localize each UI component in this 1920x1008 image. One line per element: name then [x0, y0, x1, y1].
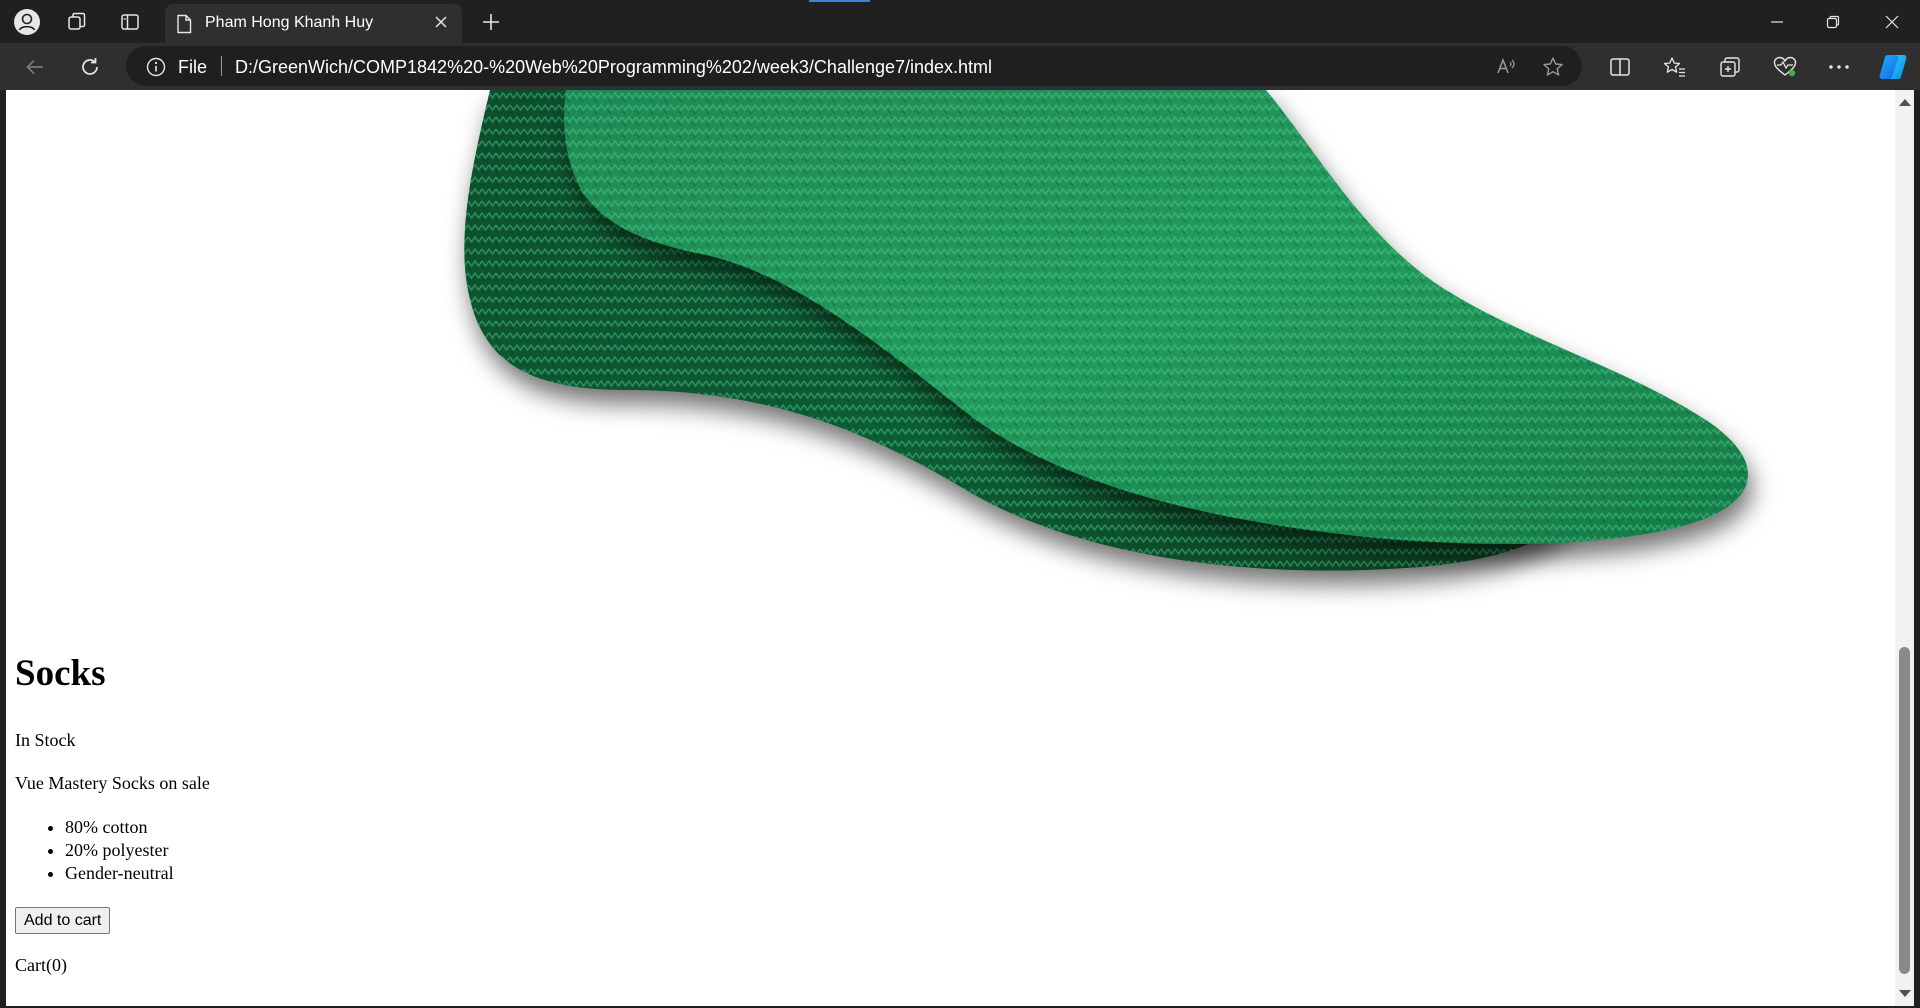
back-button[interactable] — [17, 50, 53, 84]
active-tab[interactable]: Pham Hong Khanh Huy — [165, 4, 462, 43]
scroll-up-icon[interactable] — [1899, 99, 1911, 106]
workspaces-button[interactable] — [58, 8, 96, 36]
product-details-list: 80% cotton 20% polyester Gender-neutral — [15, 816, 174, 885]
split-screen-button[interactable] — [1605, 53, 1635, 81]
restore-icon — [1826, 15, 1840, 28]
favorites-icon — [1663, 57, 1685, 77]
window-frame — [1914, 90, 1920, 1008]
scroll-down-icon[interactable] — [1899, 990, 1911, 997]
vertical-tabs-button[interactable] — [111, 8, 149, 36]
page-icon — [177, 14, 192, 34]
star-icon[interactable] — [1541, 55, 1565, 79]
address-separator — [221, 56, 222, 76]
performance-button[interactable] — [1770, 53, 1800, 81]
collections-icon — [1720, 57, 1740, 77]
more-icon — [1829, 65, 1849, 69]
add-to-cart-button[interactable]: Add to cart — [15, 907, 111, 934]
info-icon[interactable] — [146, 57, 166, 77]
favorites-button[interactable] — [1660, 53, 1690, 81]
refresh-button[interactable] — [72, 50, 108, 84]
close-tab-icon[interactable] — [433, 14, 449, 30]
more-button[interactable] — [1824, 53, 1854, 81]
list-item: Gender-neutral — [65, 862, 174, 885]
site-info-label[interactable]: File — [178, 56, 207, 78]
close-icon — [1885, 15, 1899, 28]
tab-title: Pham Hong Khanh Huy — [205, 14, 374, 31]
product-description: Vue Mastery Socks on sale — [15, 773, 210, 793]
url-text[interactable]: D:/GreenWich/COMP1842%20-%20Web%20Progra… — [235, 56, 992, 78]
cart-count: Cart(0) — [15, 955, 67, 975]
workspaces-icon — [68, 12, 86, 30]
list-item: 20% polyester — [65, 839, 174, 862]
navigation-bar: File D:/GreenWich/COMP1842%20-%20Web%20P… — [0, 43, 1920, 90]
close-window-button[interactable] — [1864, 0, 1920, 43]
heartbeat-icon — [1773, 56, 1797, 77]
vertical-scrollbar[interactable] — [1895, 90, 1914, 1006]
minimize-button[interactable] — [1749, 0, 1805, 43]
window-accent-line — [809, 0, 870, 2]
split-screen-icon — [1610, 58, 1630, 76]
copilot-icon — [1879, 54, 1907, 79]
title-bar: Pham Hong Khanh Huy — [0, 0, 1920, 43]
product-title: Socks — [15, 653, 106, 694]
copilot-button[interactable] — [1878, 53, 1908, 81]
address-bar[interactable]: File D:/GreenWich/COMP1842%20-%20Web%20P… — [126, 46, 1582, 86]
scroll-thumb[interactable] — [1899, 647, 1910, 974]
list-item: 80% cotton — [65, 816, 174, 839]
read-aloud-icon[interactable] — [1494, 55, 1518, 79]
page-viewport: Socks In Stock Vue Mastery Socks on sale… — [6, 90, 1895, 1006]
profile-button[interactable] — [8, 8, 46, 36]
refresh-icon — [82, 58, 98, 75]
stock-status: In Stock — [15, 730, 76, 750]
product-image — [464, 90, 1749, 571]
back-arrow-icon — [26, 59, 43, 75]
new-tab-button[interactable] — [474, 8, 508, 36]
profile-icon — [14, 9, 40, 35]
restore-button[interactable] — [1805, 0, 1861, 43]
vertical-tabs-icon — [121, 14, 139, 30]
minimize-icon — [1771, 20, 1783, 23]
plus-icon — [483, 14, 499, 30]
product-info: Socks In Stock Vue Mastery Socks on sale… — [15, 652, 1715, 975]
collections-button[interactable] — [1715, 53, 1745, 81]
